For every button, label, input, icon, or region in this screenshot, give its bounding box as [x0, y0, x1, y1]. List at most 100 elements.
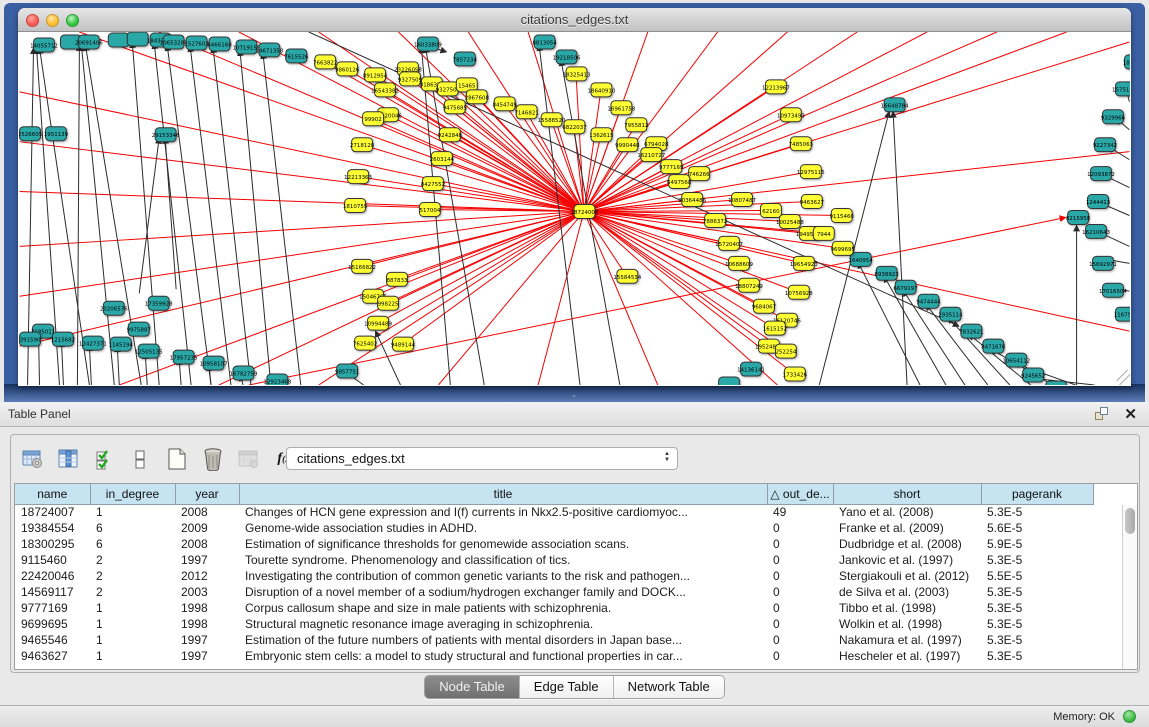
graph-node[interactable]: 8427552: [421, 177, 445, 191]
graph-node[interactable]: 10025488: [776, 214, 804, 228]
graph-node[interactable]: 18807249: [735, 278, 763, 292]
graph-node[interactable]: 7146821: [514, 105, 538, 119]
graph-node[interactable]: 1615152: [763, 321, 787, 335]
graph-node[interactable]: 9489144: [391, 337, 416, 351]
graph-node[interactable]: 1167534: [1114, 307, 1130, 321]
graph-node[interactable]: 9777169: [659, 160, 684, 174]
graph-node[interactable]: 1951139: [44, 127, 69, 141]
column-header-pagerank[interactable]: pagerank: [981, 484, 1093, 504]
graph-node[interactable]: 998225: [378, 296, 399, 310]
graph-node[interactable]: 8912954: [363, 68, 388, 82]
graph-node[interactable]: 15692971: [1089, 256, 1117, 270]
graph-node[interactable]: 16782759: [230, 366, 258, 380]
graph-node[interactable]: 8454749: [493, 97, 518, 111]
graph-node[interactable]: 18640910: [588, 83, 616, 97]
column-header-name[interactable]: name: [15, 484, 90, 504]
graph-node[interactable]: 12923468: [263, 374, 291, 385]
graph-node[interactable]: 18325413: [563, 67, 591, 81]
tab-node-table[interactable]: Node Table: [425, 676, 519, 698]
show-columns-button[interactable]: [57, 447, 81, 471]
table-row[interactable]: 946362711997Embryonic stem cells: a mode…: [15, 648, 1110, 664]
graph-node[interactable]: 6822037: [562, 120, 587, 134]
graph-node[interactable]: 1527602: [184, 36, 208, 50]
graph-node[interactable]: 12213967: [762, 80, 790, 94]
graph-node[interactable]: 2867608: [465, 90, 490, 104]
graph-node[interactable]: 14671358: [255, 43, 283, 57]
graph-node[interactable]: 7955812: [624, 118, 648, 132]
table-row[interactable]: 946554611997Estimation of the future num…: [15, 632, 1110, 648]
table-settings-button[interactable]: [21, 447, 45, 471]
column-header-out-de-[interactable]: △ out_de...: [767, 484, 833, 504]
scrollbar-thumb[interactable]: [1125, 508, 1135, 534]
graph-node[interactable]: 16210727: [637, 148, 665, 162]
table-row[interactable]: 1830029562008Estimation of significance …: [15, 536, 1110, 552]
graph-node[interactable]: 10994489: [364, 316, 392, 330]
graph-node[interactable]: 391590: [20, 332, 41, 346]
graph-node[interactable]: 7625402: [353, 336, 377, 350]
graph-node[interactable]: 9857751: [335, 364, 359, 378]
graph-node[interactable]: 1215682: [51, 332, 75, 346]
graph-node[interactable]: 14136141: [737, 362, 765, 376]
column-header-year[interactable]: year: [175, 484, 239, 504]
graph-node[interactable]: 2935114: [938, 307, 963, 321]
graph-node[interactable]: 16210643: [1082, 224, 1110, 238]
close-panel-icon[interactable]: ✕: [1124, 405, 1137, 423]
graph-node[interactable]: 8215958: [1066, 210, 1091, 224]
graph-node[interactable]: 10654112: [1002, 353, 1030, 367]
graph-node[interactable]: 14055712: [30, 38, 58, 52]
column-header-short[interactable]: short: [833, 484, 981, 504]
graph-node[interactable]: 12975115: [797, 165, 825, 179]
network-canvas[interactable]: 1405571220691406184371481065328715276026…: [19, 32, 1130, 385]
graph-node[interactable]: 746266: [689, 167, 710, 181]
new-table-button[interactable]: [165, 447, 189, 471]
delete-table-button[interactable]: [201, 447, 225, 471]
graph-node[interactable]: 1362615: [589, 128, 613, 142]
graph-node[interactable]: [108, 33, 129, 47]
graph-node[interactable]: 8471676: [981, 339, 1006, 353]
resize-grip-icon[interactable]: [1112, 367, 1128, 383]
graph-node[interactable]: 9329966: [1101, 110, 1126, 124]
network-window-titlebar[interactable]: citations_edges.txt: [18, 8, 1131, 32]
graph-node[interactable]: 20364486: [678, 193, 706, 207]
graph-node[interactable]: 20206576: [100, 301, 128, 315]
graph-node[interactable]: 12505135: [135, 344, 163, 358]
graph-node[interactable]: 12427371: [79, 336, 107, 350]
column-header-title[interactable]: title: [239, 484, 767, 504]
graph-node[interactable]: 8813054: [532, 35, 557, 49]
graph-node[interactable]: 1810755: [343, 199, 367, 213]
graph-node[interactable]: [1046, 381, 1067, 385]
tab-edge-table[interactable]: Edge Table: [519, 676, 613, 698]
float-window-icon[interactable]: [1095, 407, 1109, 421]
graph-node[interactable]: 99902: [363, 112, 384, 126]
table-row[interactable]: 1872400712008Changes of HCN gene express…: [15, 504, 1110, 520]
graph-node[interactable]: 7485063: [789, 137, 814, 151]
graph-hub-node[interactable]: 18724007: [571, 205, 599, 219]
graph-node[interactable]: 9475685: [443, 100, 467, 114]
graph-node[interactable]: 2603144: [430, 152, 455, 166]
tab-network-table[interactable]: Network Table: [613, 676, 724, 698]
graph-node[interactable]: 9990448: [615, 138, 640, 152]
graph-node[interactable]: 16648784: [881, 98, 909, 112]
graph-node[interactable]: 7663822: [313, 55, 337, 69]
graph-node[interactable]: 19654923: [790, 256, 818, 270]
graph-node[interactable]: 10688609: [725, 256, 753, 270]
graph-node[interactable]: 16033809: [414, 37, 442, 51]
graph-node[interactable]: 16961758: [607, 101, 635, 115]
table-row[interactable]: 2242004622012Investigating the contribut…: [15, 568, 1110, 584]
graph-node[interactable]: 9245652: [1021, 368, 1045, 382]
graph-node[interactable]: 10973493: [777, 108, 805, 122]
graph-node[interactable]: 252254: [775, 344, 796, 358]
graph-node[interactable]: 15720407: [715, 236, 743, 250]
graph-node[interactable]: 8938923: [874, 266, 899, 280]
table-row[interactable]: 1456911722003Disruption of a novel membe…: [15, 584, 1110, 600]
graph-node[interactable]: 1145194: [109, 337, 134, 351]
graph-node[interactable]: 9699695: [831, 241, 855, 255]
graph-node[interactable]: 6466160: [207, 37, 232, 51]
graph-node[interactable]: 17359928: [145, 296, 173, 310]
table-row[interactable]: 977716911998Corpus callosum shape and si…: [15, 600, 1110, 616]
graph-node[interactable]: 7615526: [284, 49, 309, 63]
graph-node[interactable]: 9463627: [800, 195, 825, 209]
graph-node[interactable]: 7857234: [453, 52, 478, 66]
graph-node[interactable]: 1733426: [783, 367, 808, 381]
graph-node[interactable]: 1244413: [1086, 195, 1111, 209]
